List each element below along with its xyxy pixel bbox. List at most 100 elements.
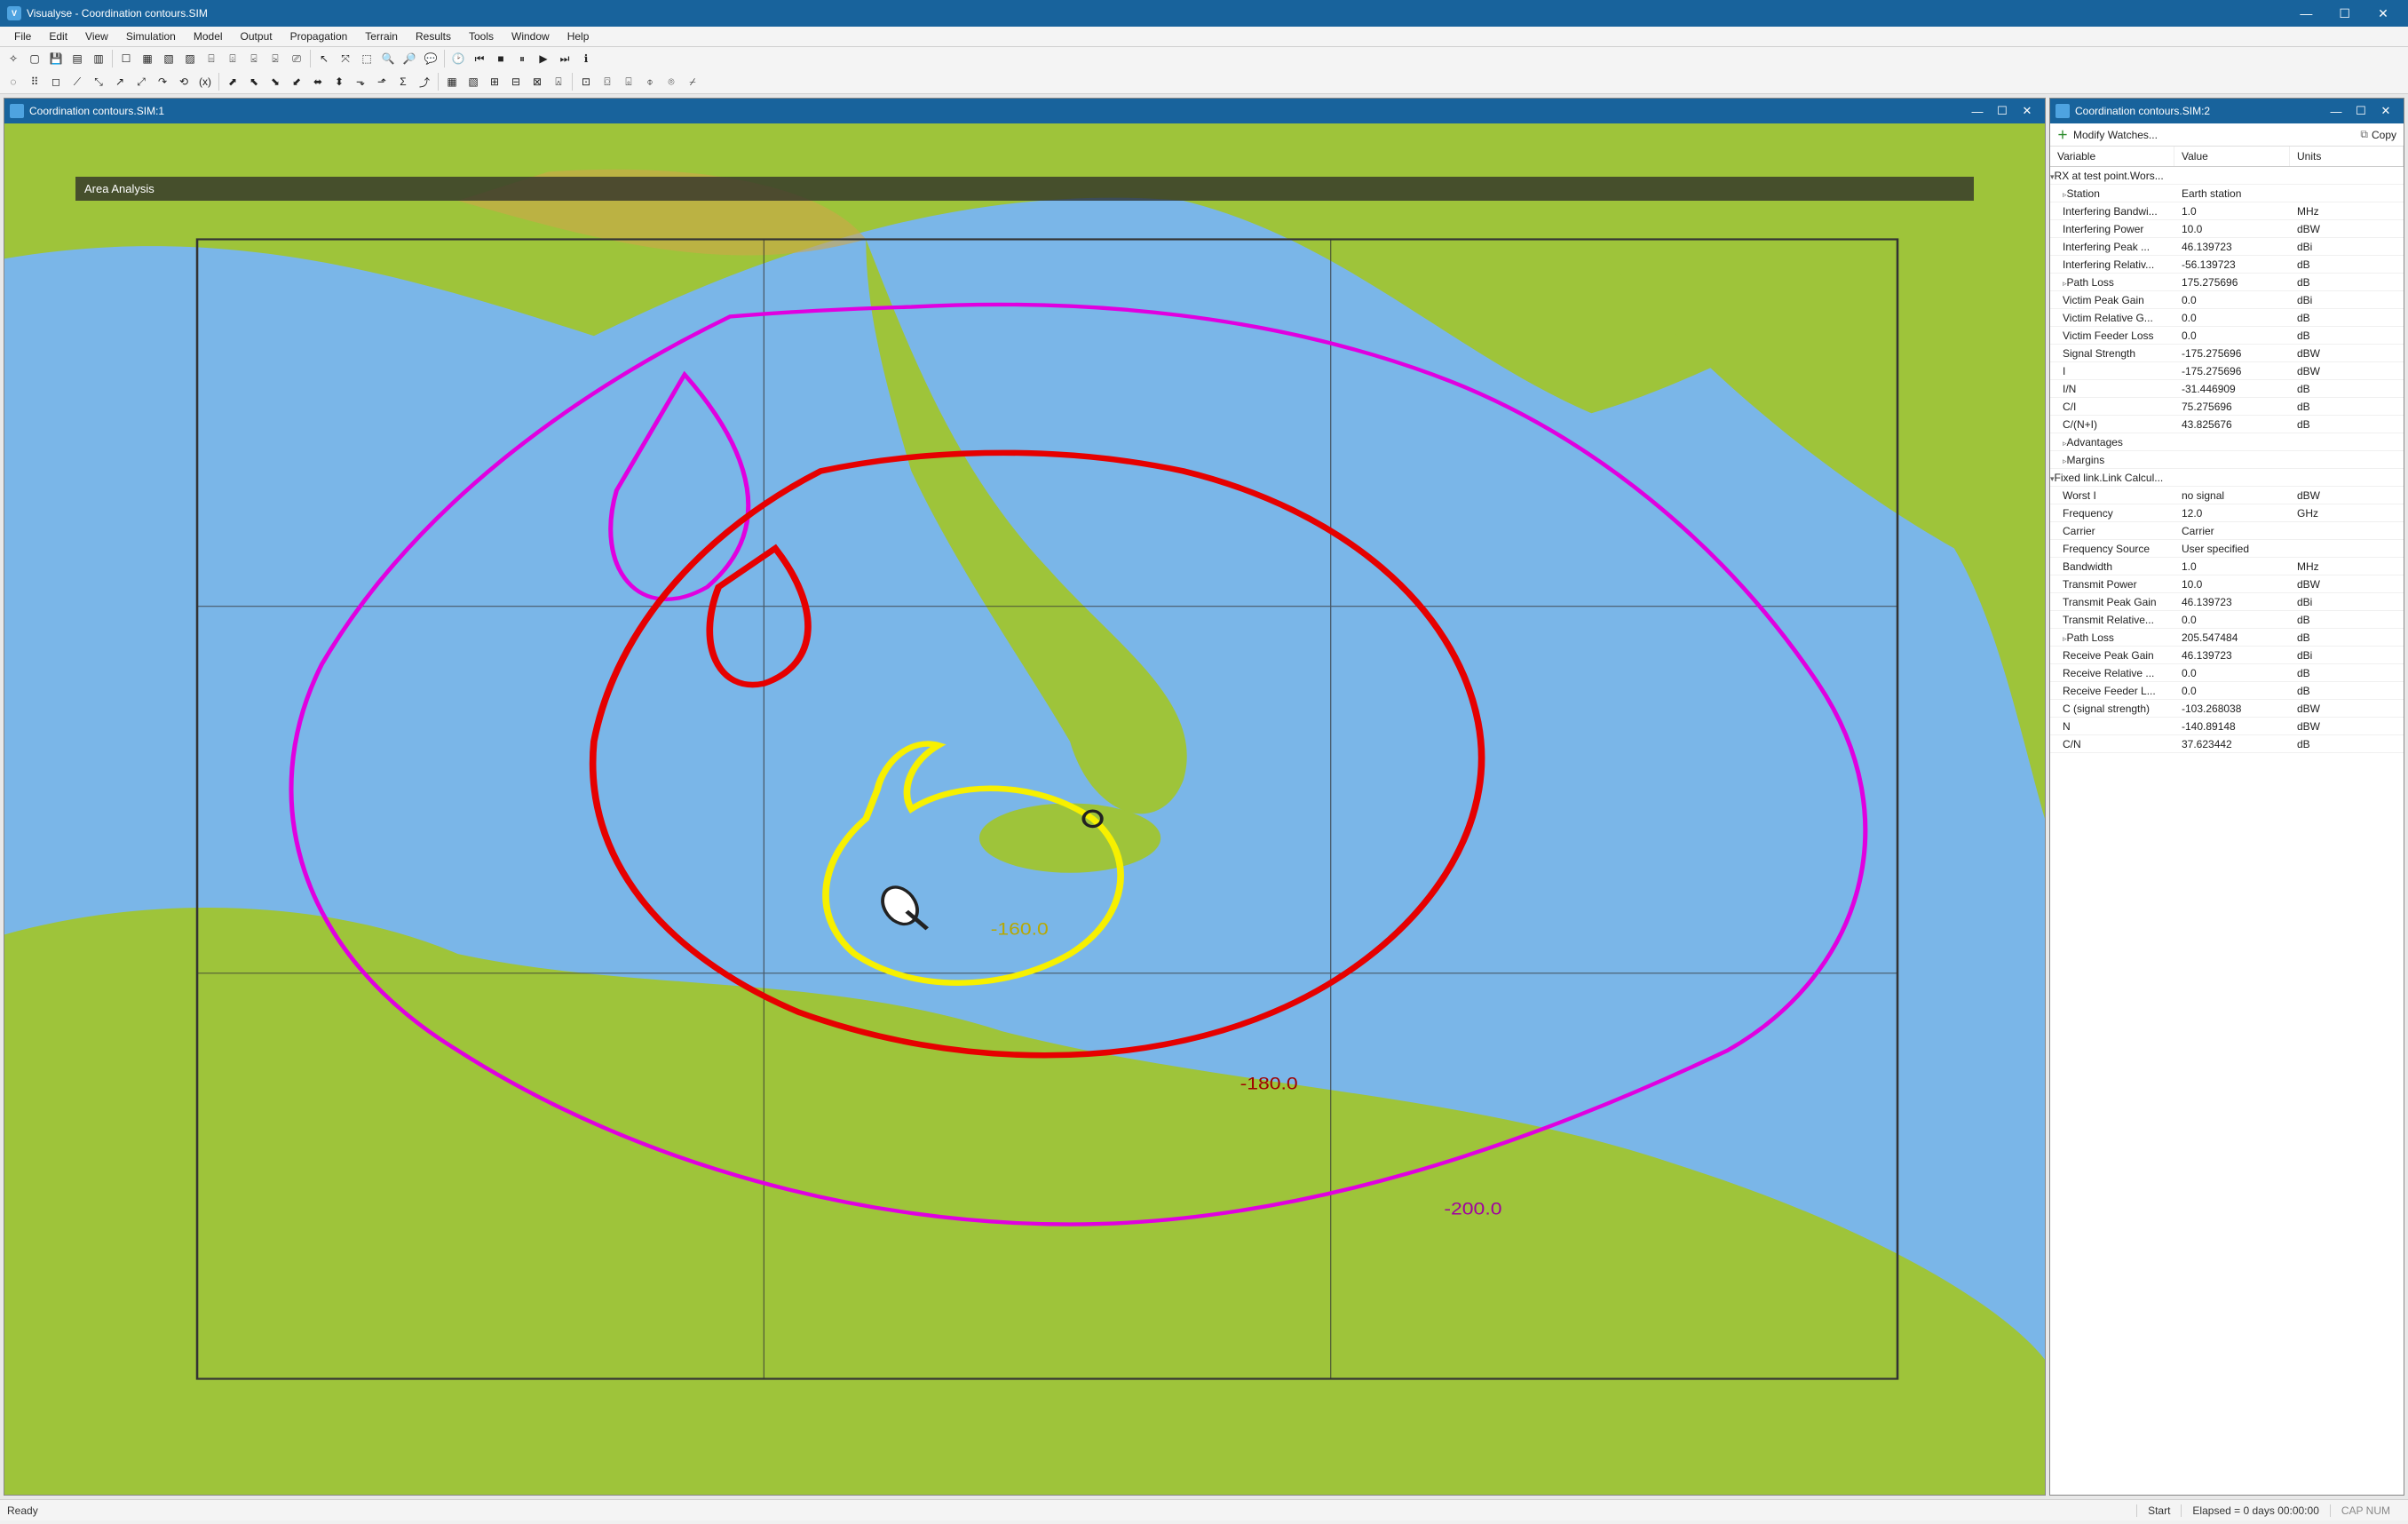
toolbar-button[interactable]: ⍃ — [244, 49, 264, 68]
watch-body[interactable]: ▾RX at test point.Wors...▹StationEarth s… — [2050, 167, 2404, 1495]
watch-row[interactable]: Victim Peak Gain0.0dBi — [2050, 291, 2404, 309]
watch-row[interactable]: Receive Peak Gain46.139723dBi — [2050, 647, 2404, 664]
toolbar-button[interactable]: ⬊ — [265, 72, 285, 91]
toolbar-button[interactable]: ↷ — [153, 72, 172, 91]
watch-group[interactable]: ▾Fixed link.Link Calcul... — [2050, 469, 2404, 487]
menu-results[interactable]: Results — [407, 27, 460, 46]
watch-row[interactable]: ▹Margins — [2050, 451, 2404, 469]
toolbar-button[interactable]: ↗ — [110, 72, 130, 91]
map-maximize-button[interactable]: ☐ — [1990, 104, 2015, 118]
watch-row[interactable]: Worst Ino signaldBW — [2050, 487, 2404, 504]
watch-row[interactable]: CarrierCarrier — [2050, 522, 2404, 540]
watch-close-button[interactable]: ✕ — [2373, 104, 2398, 118]
watch-row[interactable]: I-175.275696dBW — [2050, 362, 2404, 380]
toolbar-button[interactable]: ▨ — [180, 49, 200, 68]
watch-row[interactable]: C/(N+I)43.825676dB — [2050, 416, 2404, 433]
watch-row[interactable]: C (signal strength)-103.268038dBW — [2050, 700, 2404, 718]
toolbar-button[interactable]: ⍓ — [549, 72, 568, 91]
watch-minimize-button[interactable]: — — [2324, 105, 2349, 118]
toolbar-button[interactable]: ⊡ — [576, 72, 596, 91]
toolbar-button[interactable]: ⏮ — [470, 49, 489, 68]
toolbar-button[interactable]: ⬚ — [357, 49, 376, 68]
toolbar-button[interactable]: ▦ — [138, 49, 157, 68]
toolbar-button[interactable]: 🔎 — [400, 49, 419, 68]
watch-row[interactable]: Receive Feeder L...0.0dB — [2050, 682, 2404, 700]
toolbar-button[interactable]: ⬏ — [372, 72, 392, 91]
menu-help[interactable]: Help — [558, 27, 598, 46]
toolbar-button[interactable]: ⤡ — [89, 72, 108, 91]
toolbar-button[interactable]: ⬉ — [244, 72, 264, 91]
watch-row[interactable]: Receive Relative ...0.0dB — [2050, 664, 2404, 682]
toolbar-button[interactable]: ⬎ — [351, 72, 370, 91]
header-value[interactable]: Value — [2174, 147, 2290, 166]
menu-model[interactable]: Model — [185, 27, 232, 46]
toolbar-button[interactable]: ⌸ — [202, 49, 221, 68]
watch-row[interactable]: Frequency12.0GHz — [2050, 504, 2404, 522]
watch-row[interactable]: N-140.89148dBW — [2050, 718, 2404, 735]
watch-row[interactable]: Interfering Peak ...46.139723dBi — [2050, 238, 2404, 256]
maximize-button[interactable]: ☐ — [2327, 6, 2363, 21]
toolbar-button[interactable]: 🕑 — [448, 49, 468, 68]
menu-tools[interactable]: Tools — [460, 27, 503, 46]
watch-row[interactable]: Transmit Relative...0.0dB — [2050, 611, 2404, 629]
toolbar-button[interactable]: ⌼ — [598, 72, 617, 91]
toolbar-button[interactable]: ◌ — [4, 72, 23, 91]
watch-row[interactable]: C/N37.623442dB — [2050, 735, 2404, 753]
menu-file[interactable]: File — [5, 27, 40, 46]
watch-row[interactable]: ▹Advantages — [2050, 433, 2404, 451]
menu-terrain[interactable]: Terrain — [356, 27, 407, 46]
toolbar-button[interactable]: ⊠ — [527, 72, 547, 91]
toolbar-button[interactable]: ⍄ — [265, 49, 285, 68]
map-close-button[interactable]: ✕ — [2015, 104, 2040, 118]
watch-row[interactable]: Victim Relative G...0.0dB — [2050, 309, 2404, 327]
toolbar-button[interactable]: ⤧ — [336, 49, 355, 68]
toolbar-button[interactable]: 💾 — [46, 49, 66, 68]
menu-view[interactable]: View — [76, 27, 117, 46]
toolbar-button[interactable]: 💬 — [421, 49, 440, 68]
watch-row[interactable]: Interfering Relativ...-56.139723dB — [2050, 256, 2404, 274]
toolbar-button[interactable]: ☐ — [116, 49, 136, 68]
copy-button[interactable]: Copy — [2372, 129, 2396, 141]
modify-watches-button[interactable]: Modify Watches... — [2073, 129, 2158, 141]
toolbar-button[interactable]: ⟋ — [67, 72, 87, 91]
toolbar-button[interactable]: ▦ — [442, 72, 462, 91]
toolbar-button[interactable]: ⎚ — [287, 49, 306, 68]
map-minimize-button[interactable]: — — [1965, 105, 1990, 118]
toolbar-button[interactable]: Σ — [393, 72, 413, 91]
header-units[interactable]: Units — [2290, 147, 2404, 166]
header-variable[interactable]: Variable — [2050, 147, 2174, 166]
toolbar-button[interactable]: ▶ — [534, 49, 553, 68]
minimize-button[interactable]: — — [2288, 6, 2324, 20]
watch-maximize-button[interactable]: ☐ — [2349, 104, 2373, 118]
toolbar-button[interactable]: ⏭ — [555, 49, 574, 68]
toolbar-button[interactable]: ⌽ — [640, 72, 660, 91]
menu-window[interactable]: Window — [503, 27, 558, 46]
menu-propagation[interactable]: Propagation — [281, 27, 357, 46]
toolbar-button[interactable]: ⏸ — [512, 49, 532, 68]
toolbar-button[interactable]: ⊞ — [485, 72, 504, 91]
watch-row[interactable]: Transmit Peak Gain46.139723dBi — [2050, 593, 2404, 611]
toolbar-button[interactable]: ⬋ — [287, 72, 306, 91]
watch-row[interactable]: Interfering Bandwi...1.0MHz — [2050, 202, 2404, 220]
toolbar-button[interactable]: ⌹ — [223, 49, 242, 68]
toolbar-button[interactable]: ■ — [491, 49, 511, 68]
toolbar-button[interactable]: 🔍 — [378, 49, 398, 68]
toolbar-button[interactable]: ⟲ — [174, 72, 194, 91]
watch-row[interactable]: Victim Feeder Loss0.0dB — [2050, 327, 2404, 345]
toolbar-button[interactable]: ⌻ — [619, 72, 638, 91]
toolbar-button[interactable]: ▧ — [159, 49, 178, 68]
watch-row[interactable]: ▹Path Loss205.547484dB — [2050, 629, 2404, 647]
toolbar-button[interactable]: ⬍ — [329, 72, 349, 91]
toolbar-button[interactable]: ▧ — [463, 72, 483, 91]
watch-row[interactable]: Signal Strength-175.275696dBW — [2050, 345, 2404, 362]
toolbar-button[interactable]: ⤴ — [415, 72, 434, 91]
toolbar-button[interactable]: ⠿ — [25, 72, 44, 91]
toolbar-button[interactable]: ⌾ — [661, 72, 681, 91]
menu-edit[interactable]: Edit — [40, 27, 76, 46]
watch-row[interactable]: Transmit Power10.0dBW — [2050, 575, 2404, 593]
toolbar-button[interactable]: ⬌ — [308, 72, 328, 91]
watch-row[interactable]: Interfering Power10.0dBW — [2050, 220, 2404, 238]
map-canvas[interactable]: Area Analysis — [4, 123, 2045, 1495]
menu-simulation[interactable]: Simulation — [117, 27, 185, 46]
toolbar-button[interactable]: ▥ — [89, 49, 108, 68]
